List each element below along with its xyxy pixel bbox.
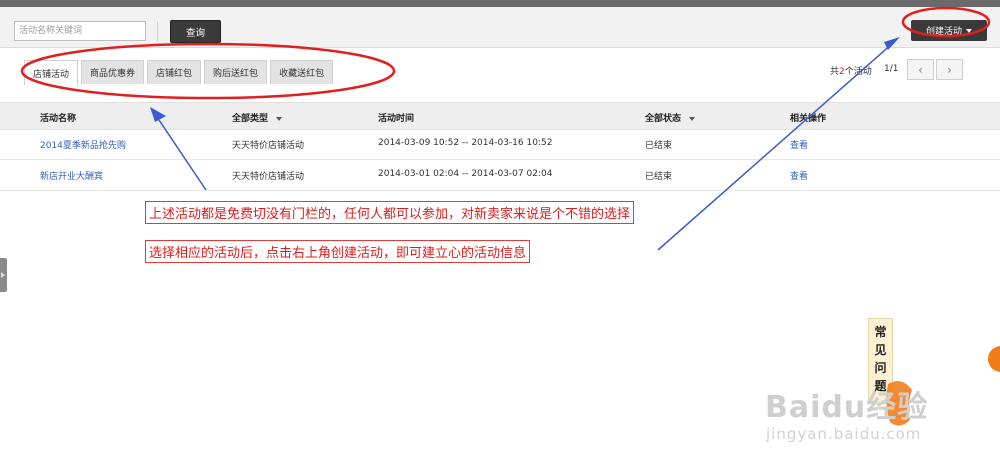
arrowhead-icon xyxy=(150,107,166,122)
watermark-logo: Baidu经验 xyxy=(765,390,929,425)
arrow-to-create-button xyxy=(657,42,894,251)
create-button-highlight-ellipse xyxy=(901,6,991,38)
watermark-url: jingyan.baidu.com xyxy=(766,425,922,443)
arrow-to-tabs xyxy=(156,116,207,191)
tabs-highlight-ellipse xyxy=(20,42,396,100)
